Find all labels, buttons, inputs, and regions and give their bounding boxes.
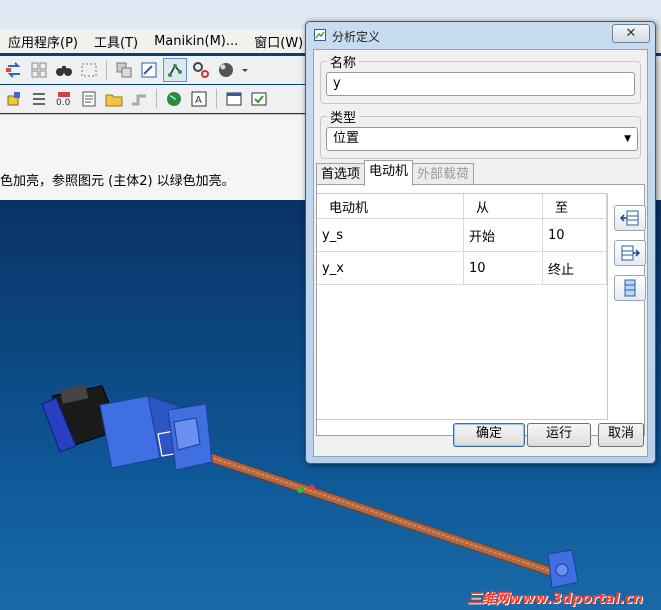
dialog-title-bar[interactable]: 分析定义 ✕	[306, 22, 655, 48]
menu-tools[interactable]: 工具(T)	[86, 32, 146, 51]
analysis-icon	[314, 29, 326, 41]
type-select[interactable]: 位置 ▼	[326, 127, 638, 151]
insert-servo-icon[interactable]	[3, 88, 25, 110]
tab-preferences[interactable]: 首选项	[316, 163, 366, 186]
folder-icon[interactable]	[103, 88, 125, 110]
results-icon[interactable]	[78, 88, 100, 110]
joint-marker	[297, 487, 303, 493]
toolbar-separator	[156, 89, 157, 109]
menu-manikin[interactable]: Manikin(M)...	[146, 34, 246, 49]
append-row-button[interactable]	[614, 240, 646, 266]
column-header-from: 从	[463, 194, 543, 219]
connect-icon[interactable]	[163, 58, 187, 82]
menu-window[interactable]: 窗口(W)	[246, 32, 311, 51]
analysis-definition-dialog: 分析定义 ✕ 名称 y 类型 位置 ▼ 首选项 电动机 外部载荷 电动机 从 至…	[305, 21, 656, 464]
regenerate-icon[interactable]	[3, 59, 25, 81]
chevron-down-icon: ▼	[624, 134, 631, 144]
table-row[interactable]: y_x 10 终止	[317, 251, 607, 285]
dialog-button-bar: 确定 运行 取消	[314, 418, 647, 456]
type-selected-value: 位置	[333, 131, 360, 146]
svg-text:0.0: 0.0	[56, 98, 71, 108]
close-button[interactable]: ✕	[612, 24, 650, 43]
run-button[interactable]: 运行	[527, 423, 591, 447]
append-row-icon	[621, 245, 640, 261]
name-label: 名称	[330, 56, 357, 71]
sketch-icon[interactable]	[138, 59, 160, 81]
type-label: 类型	[330, 111, 357, 126]
motors-panel: 电动机 从 至 y_s 开始 10 y_x 10 终止	[316, 184, 646, 436]
annotation-icon[interactable]: A	[188, 88, 210, 110]
table-layout-button[interactable]	[614, 275, 646, 301]
pipe-icon[interactable]	[128, 88, 150, 110]
status-message: 色加亮，参照图元 (主体2) 以绿色加亮。	[0, 174, 235, 189]
motor-table: 电动机 从 至 y_s 开始 10 y_x 10 终止	[317, 193, 608, 420]
measure-icon[interactable]: 0.0	[53, 88, 75, 110]
grid-icon	[624, 279, 636, 297]
cell-motor[interactable]: y_s	[317, 218, 464, 252]
watermark: 三维网www.3dportal.cn	[466, 591, 643, 607]
globe-icon[interactable]	[163, 88, 185, 110]
chevron-down-icon[interactable]	[240, 59, 250, 81]
box-select-icon[interactable]	[78, 59, 100, 81]
list-icon[interactable]	[28, 88, 50, 110]
column-header-to: 至	[542, 194, 607, 219]
cell-from[interactable]: 10	[463, 251, 543, 285]
binoculars-icon[interactable]	[53, 59, 75, 81]
tab-motors[interactable]: 电动机	[364, 160, 414, 186]
tab-external-loads[interactable]: 外部载荷	[412, 163, 475, 186]
dialog-body: 名称 y 类型 位置 ▼ 首选项 电动机 外部载荷 电动机 从 至 y_s 开始…	[313, 49, 648, 457]
cell-to[interactable]: 终止	[542, 251, 607, 285]
cancel-button[interactable]: 取消	[598, 423, 644, 447]
dialog-title: 分析定义	[332, 30, 381, 44]
ball-screw-shaft	[192, 447, 566, 581]
window-check-icon[interactable]	[248, 88, 270, 110]
tab-strip: 首选项 电动机 外部载荷	[316, 160, 475, 186]
grid-select-icon[interactable]	[28, 59, 50, 81]
layers-icon[interactable]	[113, 59, 135, 81]
table-header-row: 电动机 从 至	[317, 194, 607, 219]
window-icon[interactable]	[223, 88, 245, 110]
table-row[interactable]: y_s 开始 10	[317, 218, 607, 252]
close-icon: ✕	[625, 26, 637, 41]
toolbar-separator	[216, 89, 217, 109]
sphere-icon[interactable]	[215, 59, 237, 81]
name-input[interactable]: y	[326, 72, 635, 96]
svg-text:A: A	[195, 95, 202, 106]
insert-row-icon	[620, 210, 639, 226]
menu-applications[interactable]: 应用程序(P)	[0, 32, 86, 51]
ok-button[interactable]: 确定	[453, 423, 525, 447]
cell-from[interactable]: 开始	[463, 218, 543, 252]
column-header-motor: 电动机	[317, 194, 464, 219]
insert-row-button[interactable]	[614, 205, 646, 231]
cell-to[interactable]: 10	[542, 218, 607, 252]
gears-icon[interactable]	[190, 59, 212, 81]
cell-motor[interactable]: y_x	[317, 251, 464, 285]
toolbar-separator	[106, 60, 107, 80]
